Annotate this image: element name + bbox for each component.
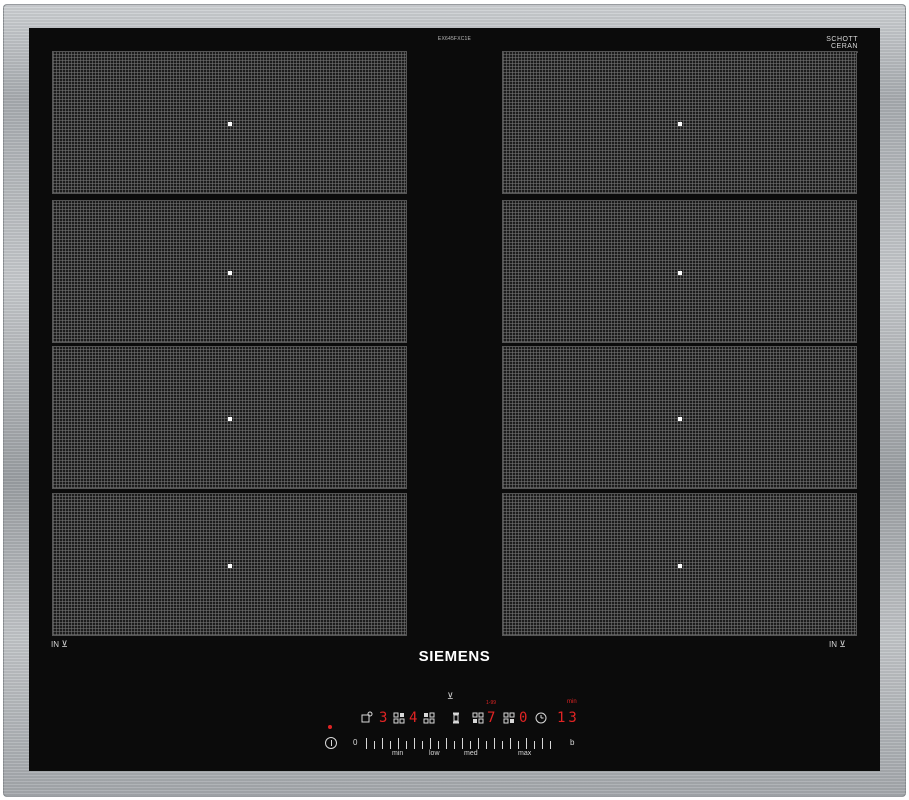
cooking-zone-front-right-2[interactable] — [502, 200, 857, 343]
flex-zone-icon[interactable] — [450, 712, 462, 724]
scale-label-min: min — [392, 750, 404, 757]
cooking-zone-rear-right-1[interactable] — [502, 346, 857, 489]
zone-center-mark — [228, 564, 232, 568]
zone-select-icon-1[interactable] — [393, 712, 405, 724]
timer-clock-icon[interactable] — [535, 712, 547, 724]
zone-center-mark — [678, 122, 682, 126]
minutes-unit-label: min — [567, 699, 577, 705]
scale-label-med: med — [464, 750, 478, 757]
zone-center-mark — [228, 417, 232, 421]
zone-select-icon-3[interactable] — [472, 712, 484, 724]
cooking-zone-rear-left-2[interactable] — [52, 493, 407, 636]
power-button[interactable] — [325, 737, 337, 749]
power-level-slider[interactable] — [366, 738, 552, 750]
scale-label-low: low — [429, 750, 440, 757]
cooktop-glass: EX645FXC1E SCHOTT CERAN ALP CFT7043 IN ⊻… — [29, 28, 880, 771]
zone-select-icon-2[interactable] — [423, 712, 435, 724]
zone-center-mark — [678, 564, 682, 568]
boost-button[interactable]: b — [570, 738, 574, 747]
zone-select-icon-4[interactable] — [503, 712, 515, 724]
zone-center-mark — [228, 271, 232, 275]
power-level-display-2: 4 — [409, 710, 418, 726]
power-indicator-led — [328, 725, 332, 729]
cooking-zone-front-right-1[interactable] — [502, 51, 857, 194]
cooking-zone-rear-right-2[interactable] — [502, 493, 857, 636]
cooking-zone-front-left-2[interactable] — [52, 200, 407, 343]
power-level-display-1: 3 — [379, 710, 388, 726]
timer-zero-display: 0 — [519, 710, 528, 726]
keep-warm-icon[interactable] — [361, 711, 373, 723]
timer-minutes-display: 13 — [557, 710, 580, 726]
timer-range-label: 1-99 — [486, 700, 497, 706]
timer-zone-display: 7 — [487, 710, 496, 726]
cooking-zone-front-left-1[interactable] — [52, 51, 407, 194]
cooking-zone-rear-left-1[interactable] — [52, 346, 407, 489]
pan-detection-icon: ⊻ — [447, 691, 454, 701]
zone-center-mark — [228, 122, 232, 126]
zone-center-mark — [678, 271, 682, 275]
zone-center-mark — [678, 417, 682, 421]
slider-off-mark: 0 — [353, 738, 358, 747]
scale-label-max: max — [518, 750, 532, 757]
brand-logo: SIEMENS — [418, 648, 491, 665]
model-code: EX645FXC1E — [437, 36, 472, 42]
